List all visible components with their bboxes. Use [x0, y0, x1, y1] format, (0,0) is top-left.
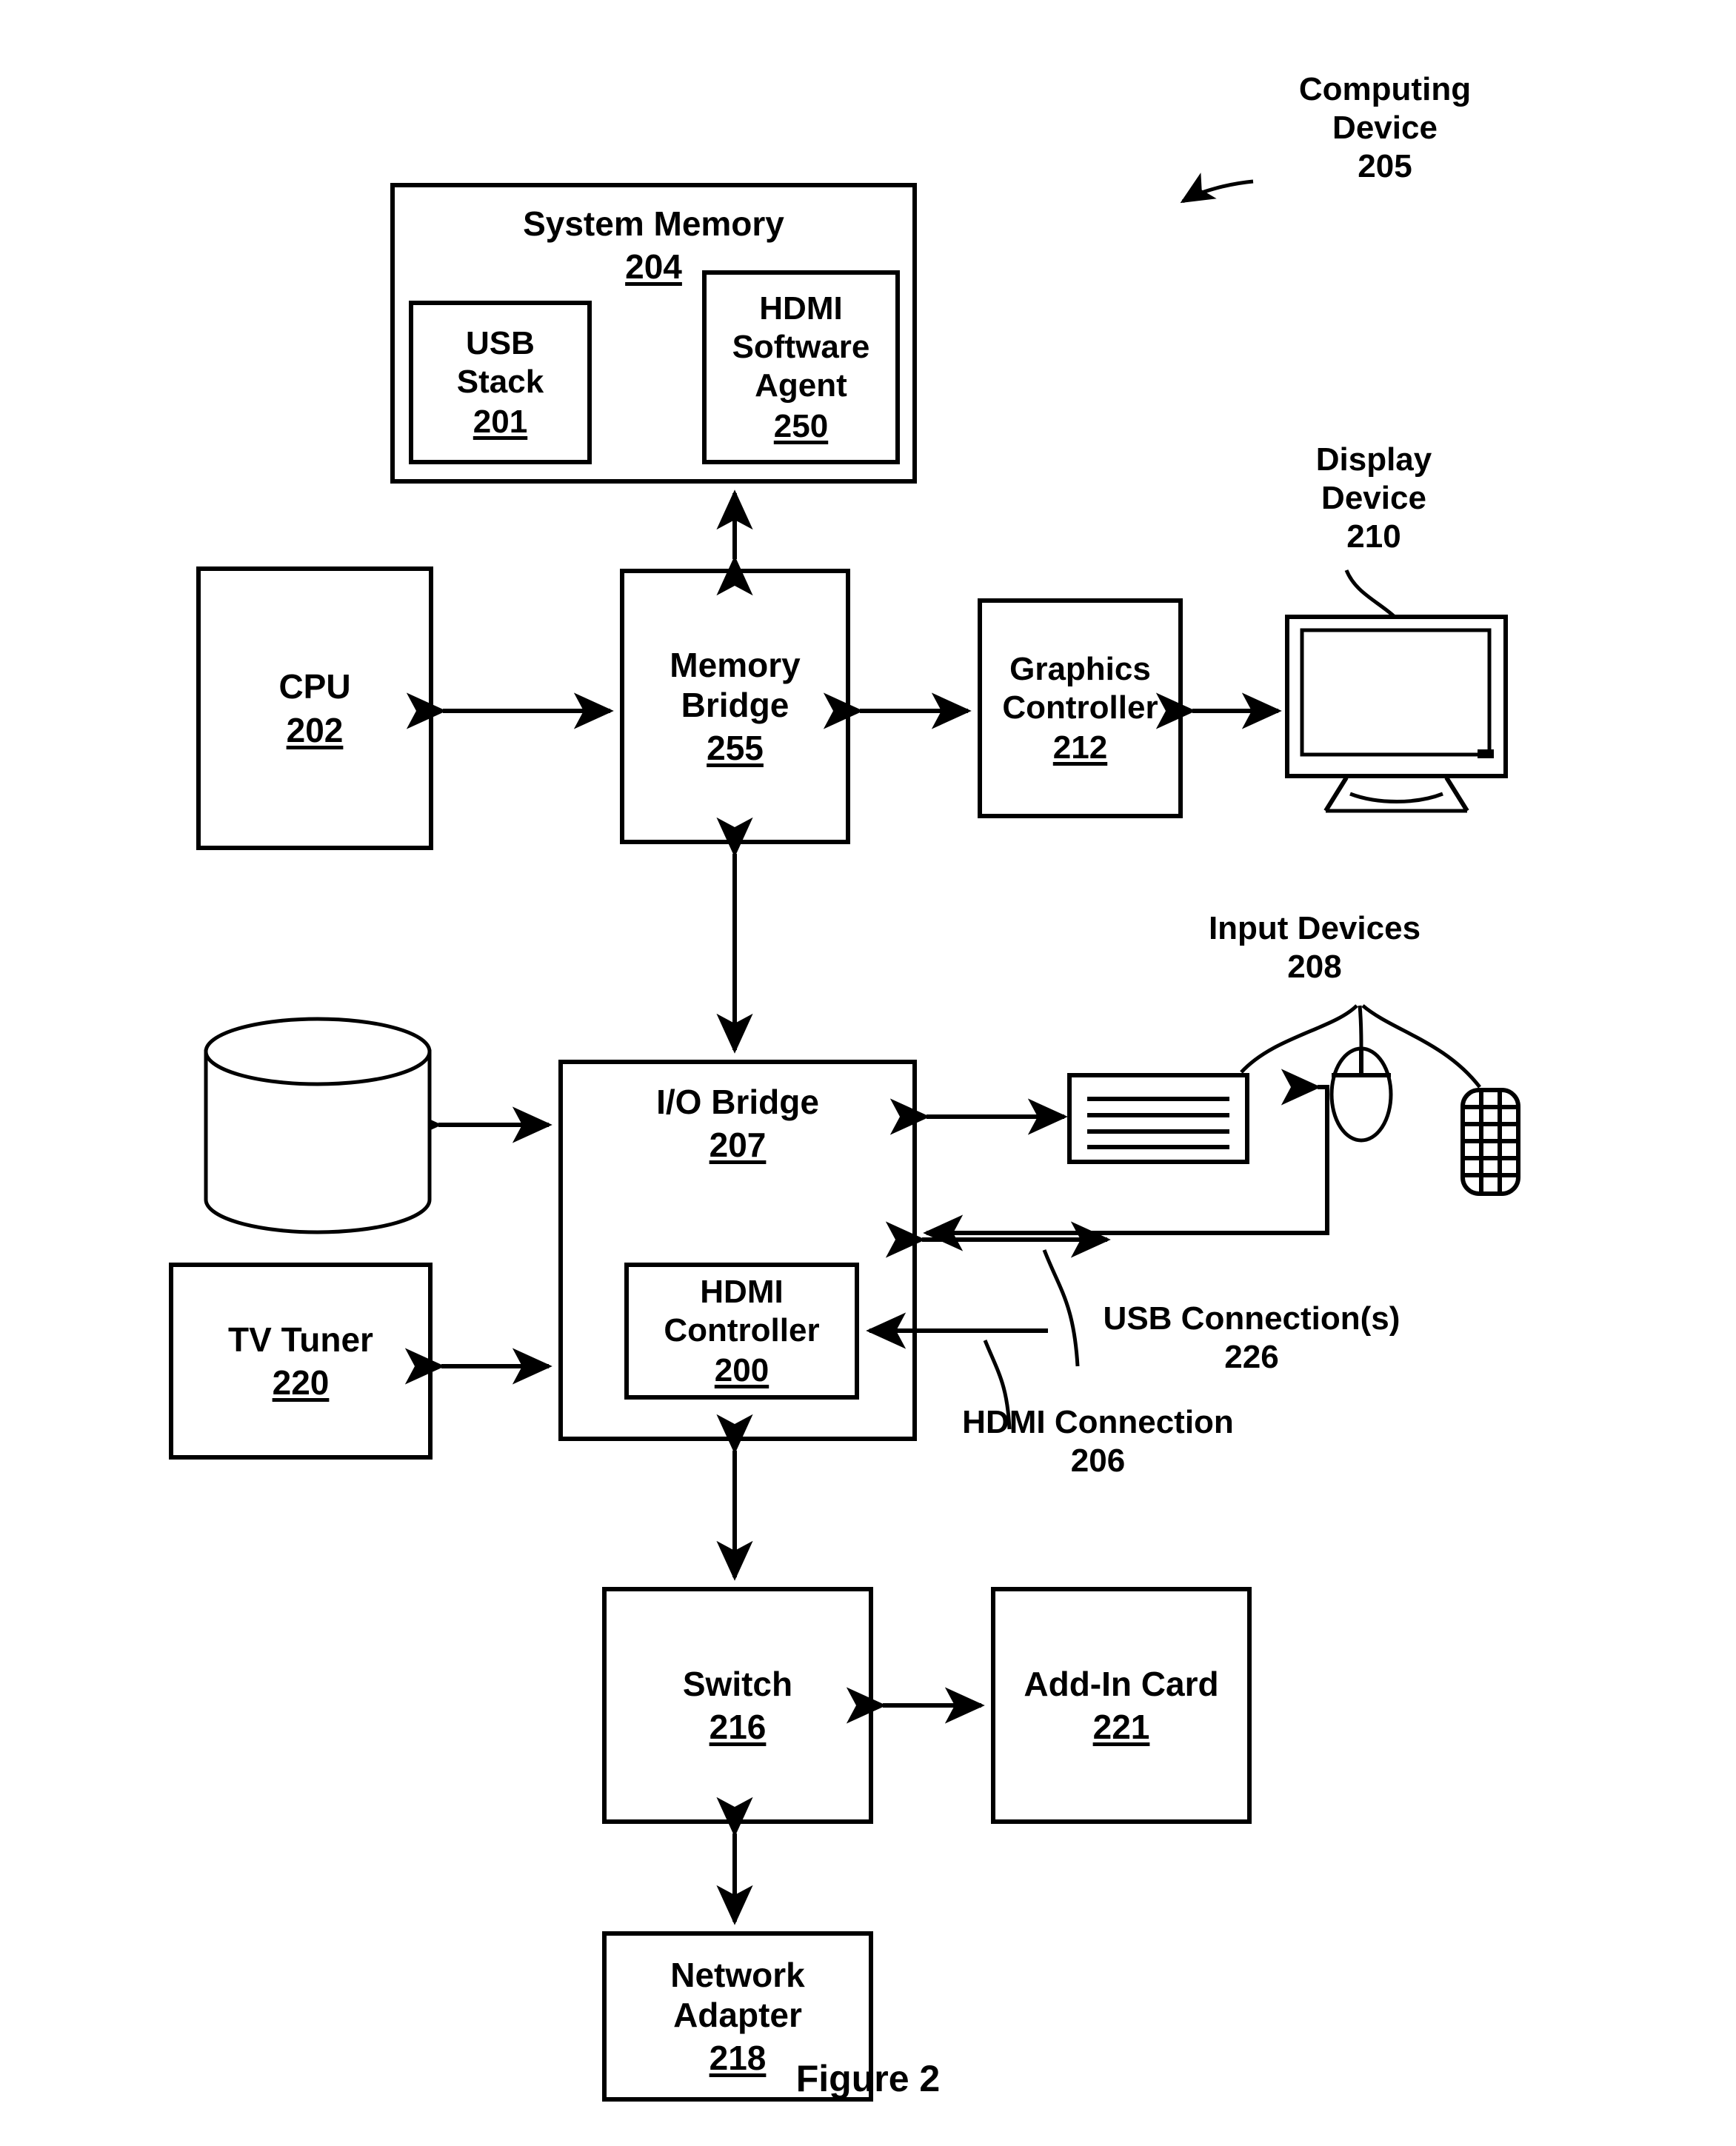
block-hdmi-software-agent[interactable]: HDMI Software Agent 250 — [702, 270, 900, 464]
callout-display-device: Display Device 210 — [1252, 441, 1496, 556]
callout-input-devices: Input Devices 208 — [1159, 909, 1470, 986]
block-cpu-number: 202 — [286, 710, 344, 749]
block-system-memory-number: 204 — [625, 247, 682, 287]
block-cpu[interactable]: CPU 202 — [196, 566, 433, 850]
callout-hdmi-connection: HDMI Connection 206 — [929, 1403, 1266, 1480]
mouse-icon — [1329, 1046, 1393, 1143]
patent-figure-page: Computing Device 205 Display Device 210 … — [0, 0, 1736, 2146]
block-hdmi-software-agent-number: 250 — [773, 407, 829, 444]
callout-display-device-number: 210 — [1346, 518, 1401, 555]
callout-computing-device-number: 205 — [1358, 147, 1412, 184]
block-system-disk[interactable]: System Disk 214 — [206, 1066, 430, 1182]
leader-input-devices — [1240, 1004, 1481, 1089]
arrow-mouse-to-io-bridge — [923, 1069, 1329, 1251]
block-io-bridge-title: I/O Bridge — [656, 1083, 819, 1121]
block-add-in-card-number: 221 — [1092, 1708, 1150, 1747]
display-monitor-icon — [1285, 615, 1508, 813]
block-hdmi-controller-title: HDMI Controller — [664, 1273, 820, 1348]
callout-computing-device: Computing Device 205 — [1252, 70, 1518, 186]
block-hdmi-software-agent-title: HDMI Software Agent — [732, 290, 870, 404]
block-system-memory-title: System Memory — [523, 204, 784, 243]
block-tv-tuner-title: TV Tuner — [228, 1320, 373, 1359]
callout-computing-device-title: Computing Device — [1298, 71, 1472, 146]
block-graphics-controller-number: 212 — [1052, 729, 1108, 766]
block-tv-tuner-number: 220 — [272, 1363, 330, 1403]
block-add-in-card[interactable]: Add-In Card 221 — [991, 1587, 1252, 1824]
callout-display-device-title: Display Device — [1315, 441, 1432, 516]
callout-usb-connection-title: USB Connection(s) — [1103, 1300, 1401, 1337]
block-system-disk-number: 214 — [290, 1143, 345, 1180]
leader-display-device — [1344, 569, 1395, 618]
block-graphics-controller[interactable]: Graphics Controller 212 — [978, 598, 1183, 818]
block-usb-stack-number: 201 — [473, 404, 528, 441]
figure-caption: Figure 2 — [795, 2058, 941, 2099]
callout-input-devices-number: 208 — [1287, 948, 1342, 985]
block-switch-number: 216 — [709, 1708, 767, 1747]
block-memory-bridge[interactable]: Memory Bridge 255 — [620, 569, 850, 844]
keyboard-icon — [1067, 1073, 1249, 1164]
block-memory-bridge-title: Memory Bridge — [670, 645, 801, 724]
block-usb-stack[interactable]: USB Stack 201 — [409, 301, 592, 464]
callout-usb-connection: USB Connection(s) 226 — [1066, 1300, 1437, 1377]
block-cpu-title: CPU — [278, 667, 351, 706]
block-graphics-controller-title: Graphics Controller — [1002, 650, 1158, 726]
block-io-bridge-number: 207 — [709, 1126, 767, 1165]
block-network-adapter-title: Network Adapter — [670, 1955, 805, 2034]
callout-hdmi-connection-number: 206 — [1070, 1442, 1126, 1479]
block-tv-tuner[interactable]: TV Tuner 220 — [169, 1263, 433, 1460]
block-usb-stack-title: USB Stack — [456, 324, 544, 400]
block-add-in-card-title: Add-In Card — [1024, 1664, 1219, 1703]
callout-usb-connection-number: 226 — [1224, 1338, 1279, 1375]
callout-hdmi-connection-title: HDMI Connection — [962, 1404, 1234, 1440]
remote-control-icon — [1460, 1088, 1520, 1196]
leader-computing-device — [1180, 173, 1254, 204]
block-memory-bridge-number: 255 — [707, 729, 764, 768]
block-hdmi-controller-number: 200 — [714, 1352, 769, 1389]
block-switch-title: Switch — [682, 1664, 793, 1703]
block-hdmi-controller[interactable]: HDMI Controller 200 — [624, 1263, 859, 1400]
block-system-disk-title: System Disk — [259, 1067, 376, 1142]
block-switch[interactable]: Switch 216 — [602, 1587, 873, 1824]
callout-input-devices-title: Input Devices — [1208, 910, 1421, 946]
